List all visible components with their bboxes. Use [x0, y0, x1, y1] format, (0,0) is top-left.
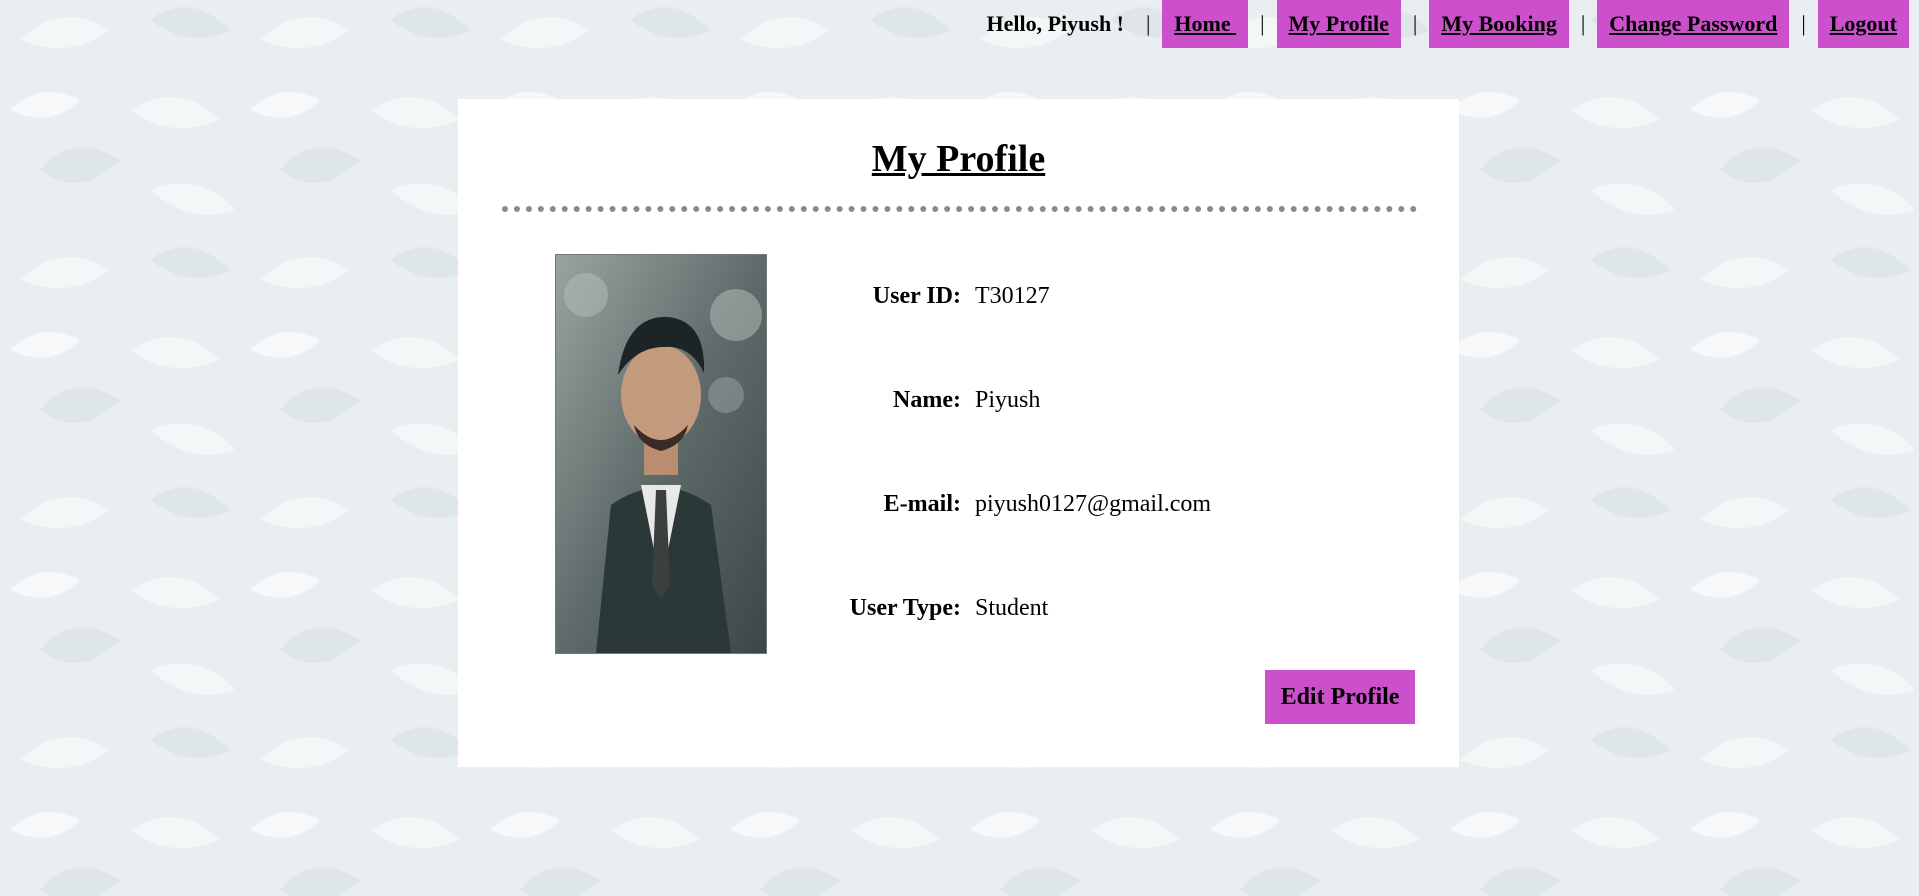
user-type-row: User Type: Student — [658, 593, 1358, 623]
name-label: Name: — [893, 386, 961, 413]
user-type-value: Student — [975, 594, 1049, 621]
email-value: piyush0127@gmail.com — [975, 490, 1212, 517]
top-navigation: Hello, Piyush ! | Home | My Profile | My… — [986, 0, 1909, 48]
nav-change-password-link[interactable]: Change Password — [1597, 0, 1790, 48]
name-value: Piyush — [975, 386, 1041, 413]
nav-separator: | — [1412, 11, 1418, 36]
nav-separator: | — [1146, 11, 1151, 36]
email-label: E-mail: — [883, 490, 961, 517]
nav-separator: | — [1260, 11, 1265, 36]
edit-profile-button[interactable]: Edit Profile — [1265, 670, 1415, 724]
name-row: Name: Piyush — [658, 385, 1358, 415]
page-title: My Profile — [871, 138, 1046, 180]
nav-my-booking-link[interactable]: My Booking — [1429, 0, 1569, 48]
dotted-divider — [502, 206, 1417, 212]
email-row: E-mail: piyush0127@gmail.com — [658, 489, 1358, 519]
nav-home-link[interactable]: Home — [1162, 0, 1249, 48]
greeting-text: Hello, Piyush ! — [986, 11, 1125, 36]
nav-logout-link[interactable]: Logout — [1817, 0, 1909, 48]
nav-my-profile-link[interactable]: My Profile — [1276, 0, 1401, 48]
user-id-row: User ID: T30127 — [658, 281, 1358, 311]
user-id-value: T30127 — [975, 282, 1050, 309]
nav-separator: | — [1801, 11, 1806, 36]
profile-card: My Profile User ID: T30127 Name: Piyush … — [458, 99, 1459, 767]
user-type-label: User Type: — [849, 594, 961, 621]
nav-separator: | — [1580, 11, 1586, 36]
user-id-label: User ID: — [872, 282, 961, 309]
